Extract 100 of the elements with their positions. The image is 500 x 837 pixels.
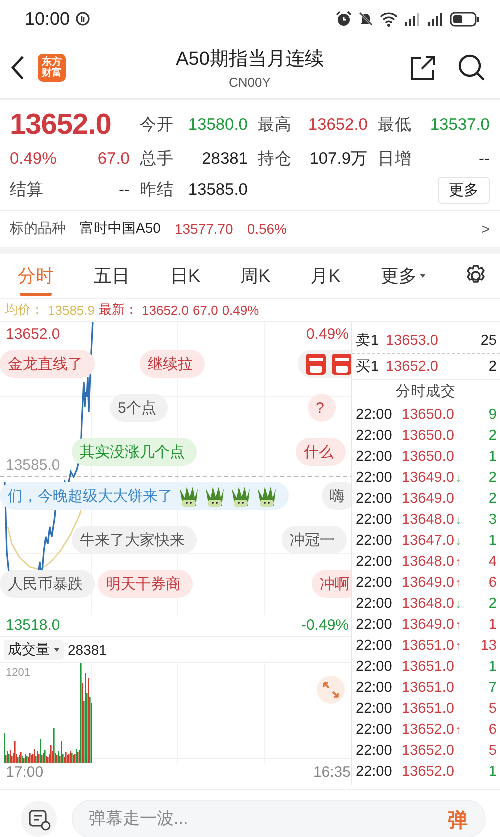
more-menu[interactable]: 更多 [378,256,428,296]
comment-bubble: 金龙直线了 [0,350,95,378]
average-label: 均价： [5,301,44,319]
trade-volume: 2 [488,428,497,444]
signal-icon [427,12,444,26]
trade-volume: 1 [488,764,497,780]
chart-tab[interactable]: 日K [168,256,202,296]
trend-arrow: ↑ [455,618,462,632]
leek-icon [205,486,225,506]
trade-time: 22:00 [356,596,394,612]
latest-change: 67.0 [193,302,218,318]
underlying-label: 标的品种 [10,220,66,238]
comment-bubble: 继续拉 [140,350,205,378]
trade-volume: 3 [488,512,497,528]
trade-volume: 5 [488,742,497,758]
trade-volume: 6 [488,722,497,738]
field-value: 13585.0 [187,180,248,201]
mute-icon [358,11,374,27]
field-value: 28381 [201,149,248,170]
trade-volume: 13 [480,638,497,654]
price-axis-label: 13652.0 [6,326,60,343]
comment-text: 们，今晚超级大大饼来了 [8,486,173,506]
trade-price: 13651.0 [402,700,454,716]
caret-icon [420,274,426,278]
volume-max-label: 1201 [6,667,30,680]
comment-bubble: ? [308,394,336,422]
signal-icon [404,12,421,26]
leek-icon [231,486,251,506]
comment-bubble: 人民币暴跌 [0,570,95,598]
trade-time: 22:00 [356,470,394,486]
trade-price: 13651.0 [402,638,454,654]
more-button[interactable]: 更多 [438,177,490,204]
trade-price: 13649.0 [402,470,454,486]
trade-price: 13648.0 [402,554,454,570]
trade-time: 22:00 [356,700,394,716]
clock-time: 10:00 [25,8,70,30]
trade-time: 22:00 [356,742,394,758]
order-volume: 2 [488,358,497,374]
trade-price: 13649.0 [402,574,454,590]
badge-icon [332,354,351,374]
comment-bubble: 牛来了大家快来 [72,526,197,554]
trend-arrow: ↓ [455,596,462,610]
share-icon[interactable] [410,55,436,81]
latest-price: 13652.0 [142,302,189,318]
wifi-icon [380,12,398,26]
trade-time: 22:00 [356,638,394,654]
trade-volume: 6 [488,574,497,590]
quote-value: 67.0 [96,149,130,170]
field-label: 持仓 [257,149,292,170]
trend-arrow: ↑ [455,638,462,652]
trade-time: 22:00 [356,574,394,590]
percent-axis-label: 0.49% [306,326,349,343]
search-icon[interactable] [458,54,486,82]
underlying-price: 13577.70 [174,221,234,237]
back-icon[interactable] [10,55,26,81]
trades-title: 分时成交 [395,382,457,402]
trade-time: 22:00 [356,406,394,422]
alarm-icon [336,11,352,27]
trade-price: 13650.0 [402,406,454,422]
trade-time: 22:00 [356,722,394,738]
app-logo: 东方财富 [38,54,66,82]
trade-price: 13648.0 [402,596,454,612]
comment-bubble: 冲冠一 [282,526,347,554]
trade-time: 22:00 [356,554,394,570]
trade-price: 13649.0 [402,490,454,506]
underlying-name: 富时中国A50 [80,220,161,238]
field-label: 最高 [257,114,292,136]
chart-tab[interactable]: 月K [308,256,343,296]
average-price: 13585.9 [48,302,95,318]
comment-bubble: 其实没涨几个点 [72,438,197,466]
chart-tab[interactable]: 周K [238,256,272,296]
comment-bubble: 明天干券商 [98,570,193,598]
chart-tab[interactable]: 五日 [92,256,132,296]
trade-volume: 7 [488,680,497,696]
order-volume: 25 [480,332,497,348]
volume-selector[interactable]: 成交量 [4,640,64,660]
trade-price: 13652.0 [402,742,454,758]
contract-code: CN00Y [228,75,272,90]
expand-icon[interactable] [316,675,346,706]
order-price: 13653.0 [386,332,440,348]
chevron-link[interactable]: > [482,221,490,237]
order-side-label: 卖1 [356,332,380,350]
trade-time: 22:00 [356,512,394,528]
notification-icon [76,12,90,26]
field-value: 13580.0 [187,114,248,136]
trade-price: 13650.0 [402,428,454,444]
danmaku-icon[interactable] [20,800,58,837]
trend-arrow: ↑ [455,554,462,568]
trade-time: 22:00 [356,490,394,506]
trade-time: 22:00 [356,616,394,632]
trend-arrow: ↓ [455,470,462,484]
trade-volume: 9 [488,406,497,422]
trade-price: 13652.0 [402,764,454,780]
quote-value: -- [118,180,130,201]
trade-volume: 1 [488,658,497,674]
trade-time: 22:00 [356,658,394,674]
volume-total: 28381 [68,642,107,658]
quote-value: 0.49% [10,149,58,170]
last-price: 13652.0 [10,108,112,143]
trade-time: 22:00 [356,448,394,464]
